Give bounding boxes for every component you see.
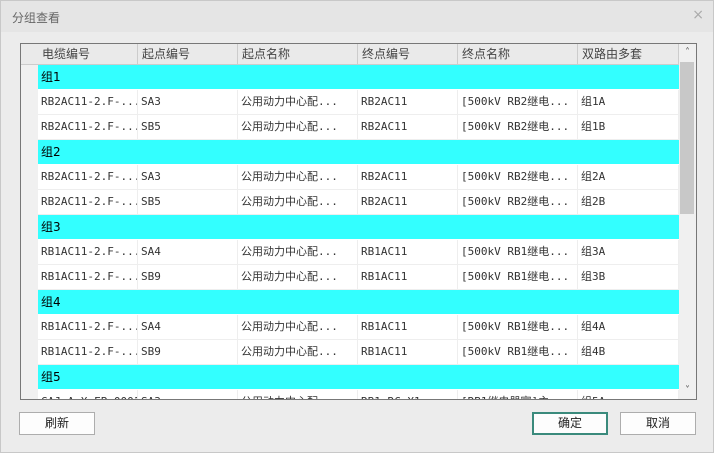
cell-cable-id: RB2AC11-2.F-... — [38, 115, 138, 139]
cell-end-id: RB1AC11 — [358, 315, 458, 339]
refresh-button[interactable]: 刷新 — [19, 412, 95, 435]
cell-end-id: RB2AC11 — [358, 115, 458, 139]
cell-end-name: [RB1继电器室]主... — [458, 390, 578, 399]
cell-end-name: [500kV RB2继电... — [458, 165, 578, 189]
cell-end-name: [500kV RB1继电... — [458, 315, 578, 339]
cell-dual-route-set: 组3A — [578, 240, 679, 264]
cell-start-id: SA4 — [138, 240, 238, 264]
cell-cable-id: RB2AC11-2.F-... — [38, 165, 138, 189]
ok-button[interactable]: 确定 — [532, 412, 608, 435]
cell-start-id: SB5 — [138, 115, 238, 139]
table-row[interactable]: RB2AC11-2.F-... SA3 公用动力中心配... RB2AC11 [500k… — [38, 165, 679, 190]
cell-end-id: RB2AC11 — [358, 190, 458, 214]
cell-end-name: [500kV RB1继电... — [458, 265, 578, 289]
cell-dual-route-set: 组1A — [578, 90, 679, 114]
cell-end-id: RB2AC11 — [358, 165, 458, 189]
title-bar: 分组查看 × — [1, 1, 713, 32]
group-row[interactable]: 组3 — [38, 215, 679, 240]
cell-end-name: [500kV RB2继电... — [458, 90, 578, 114]
table-row[interactable]: RB1AC11-2.F-... SB9 公用动力中心配... RB1AC11 [500k… — [38, 265, 679, 290]
cell-start-id: SA4 — [138, 315, 238, 339]
cell-start-id: SA3 — [138, 165, 238, 189]
group-view-dialog: 分组查看 × 电缆编号 起点编号 起点名称 终点编号 终点名称 双路由多套 组1 RB2AC… — [0, 0, 714, 453]
column-header-dual-route-set[interactable]: 双路由多套 — [578, 44, 679, 65]
scroll-up-icon[interactable]: ˄ — [679, 44, 696, 61]
cell-dual-route-set: 组2A — [578, 165, 679, 189]
table-row[interactable]: RB1AC11-2.F-... SB9 公用动力中心配... RB1AC11 [500k… — [38, 340, 679, 365]
cell-end-id: RB1AC11 — [358, 240, 458, 264]
cancel-button[interactable]: 取消 — [620, 412, 696, 435]
table-header: 电缆编号 起点编号 起点名称 终点编号 终点名称 双路由多套 — [21, 44, 679, 65]
cell-cable-id: RB1AC11-2.F-... — [38, 315, 138, 339]
cell-end-id: RB1AC11 — [358, 265, 458, 289]
group-row[interactable]: 组1 — [38, 65, 679, 90]
column-header-end-name[interactable]: 终点名称 — [458, 44, 578, 65]
scroll-down-icon[interactable]: ˅ — [679, 382, 696, 399]
scrollbar-thumb[interactable] — [680, 62, 694, 214]
row-header-gutter — [21, 65, 38, 399]
cell-start-id: SB9 — [138, 265, 238, 289]
cell-start-id: SA3 — [138, 390, 238, 399]
table-row[interactable]: RB2AC11-2.F-... SA3 公用动力中心配... RB2AC11 [500k… — [38, 90, 679, 115]
cell-cable-id: RB2AC11-2.F-... — [38, 90, 138, 114]
column-header-cable-id[interactable]: 电缆编号 — [38, 44, 138, 65]
cell-cable-id: RB2AC11-2.F-... — [38, 190, 138, 214]
cell-start-name: 公用动力中心配... — [238, 340, 358, 364]
cell-end-name: [500kV RB1继电... — [458, 340, 578, 364]
cell-start-id: SB9 — [138, 340, 238, 364]
dialog-title: 分组查看 — [12, 11, 61, 25]
cell-cable-id: RB1AC11-2.F-... — [38, 265, 138, 289]
cell-dual-route-set: 组2B — [578, 190, 679, 214]
cell-end-id: RB1-RC-X1 — [358, 390, 458, 399]
table-row[interactable]: RB1AC11-2.F-... SA4 公用动力中心配... RB1AC11 [500k… — [38, 240, 679, 265]
cell-start-name: 公用动力中心配... — [238, 190, 358, 214]
cell-end-name: [500kV RB1继电... — [458, 240, 578, 264]
cell-start-name: 公用动力中心配... — [238, 265, 358, 289]
vertical-scrollbar[interactable]: ˄ ˅ — [679, 44, 696, 399]
cell-end-id: RB1AC11 — [358, 340, 458, 364]
cell-dual-route-set: 组4B — [578, 340, 679, 364]
cell-start-name: 公用动力中心配... — [238, 315, 358, 339]
cell-start-name: 公用动力中心配... — [238, 115, 358, 139]
cell-end-name: [500kV RB2继电... — [458, 190, 578, 214]
cell-end-name: [500kV RB2继电... — [458, 115, 578, 139]
cell-start-id: SA3 — [138, 90, 238, 114]
column-header-end-id[interactable]: 终点编号 — [358, 44, 458, 65]
cell-cable-id: GAJ-A-X-FP-0001 — [38, 390, 138, 399]
table-row[interactable]: RB2AC11-2.F-... SB5 公用动力中心配... RB2AC11 [500k… — [38, 190, 679, 215]
close-icon[interactable]: × — [692, 7, 704, 23]
group-table: 电缆编号 起点编号 起点名称 终点编号 终点名称 双路由多套 组1 RB2AC11-2.F-… — [20, 43, 697, 400]
table-row[interactable]: RB2AC11-2.F-... SB5 公用动力中心配... RB2AC11 [500k… — [38, 115, 679, 140]
cell-cable-id: RB1AC11-2.F-... — [38, 340, 138, 364]
cell-dual-route-set: 组4A — [578, 315, 679, 339]
column-header-start-name[interactable]: 起点名称 — [238, 44, 358, 65]
column-header-start-id[interactable]: 起点编号 — [138, 44, 238, 65]
cell-start-id: SB5 — [138, 190, 238, 214]
table-body: 组1 RB2AC11-2.F-... SA3 公用动力中心配... RB2AC11 [50… — [38, 65, 679, 399]
cell-dual-route-set: 组1B — [578, 115, 679, 139]
group-row[interactable]: 组4 — [38, 290, 679, 315]
cell-start-name: 公用动力中心配... — [238, 165, 358, 189]
table-row[interactable]: GAJ-A-X-FP-0001SA3公用动力中心配...RB1-RC-X1[RB… — [38, 390, 679, 399]
cell-cable-id: RB1AC11-2.F-... — [38, 240, 138, 264]
group-row[interactable]: 组5 — [38, 365, 679, 390]
cell-start-name: 公用动力中心配... — [238, 90, 358, 114]
group-row[interactable]: 组2 — [38, 140, 679, 165]
table-row[interactable]: RB1AC11-2.F-... SA4 公用动力中心配... RB1AC11 [500k… — [38, 315, 679, 340]
cell-dual-route-set: 组5A — [578, 390, 679, 399]
cell-dual-route-set: 组3B — [578, 265, 679, 289]
cell-start-name: 公用动力中心配... — [238, 390, 358, 399]
cell-start-name: 公用动力中心配... — [238, 240, 358, 264]
cell-end-id: RB2AC11 — [358, 90, 458, 114]
